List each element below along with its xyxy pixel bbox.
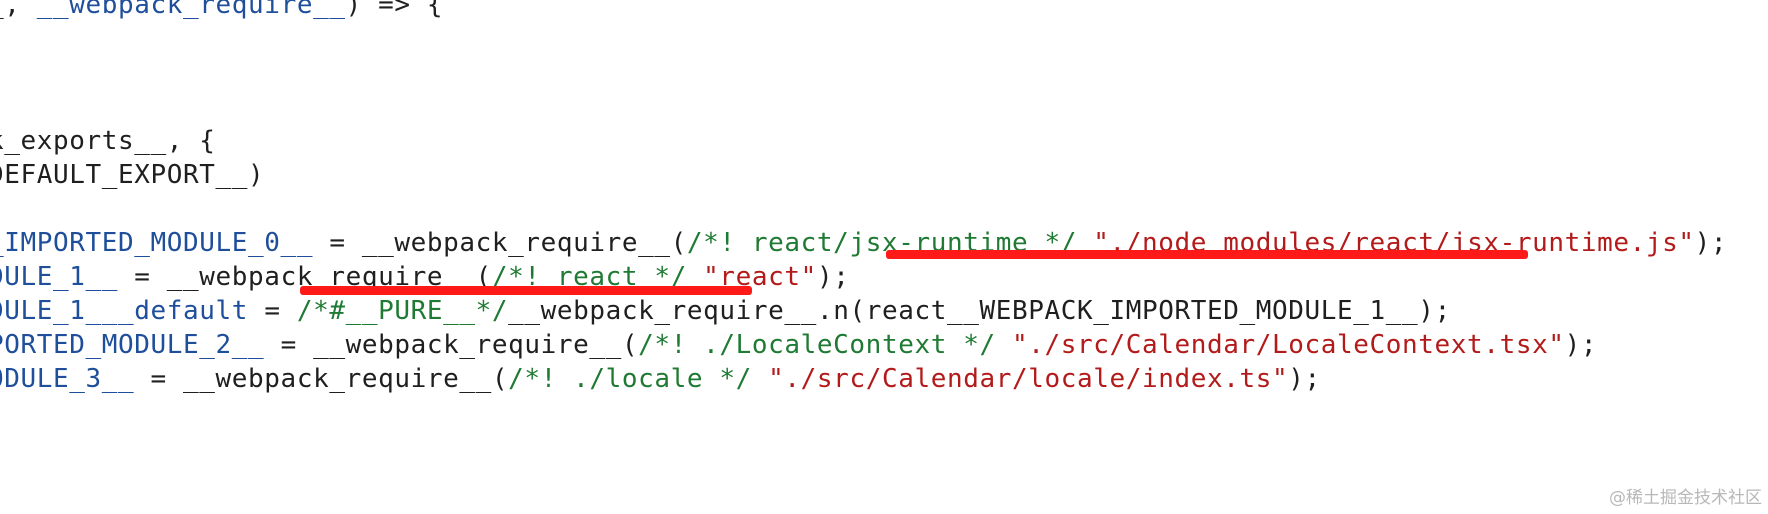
code-line: DULE_1___default = /*#__PURE__*/__webpac… <box>0 294 1451 328</box>
code-token: ); <box>816 262 850 292</box>
code-token: = __webpack_require__( <box>264 330 639 360</box>
code-line: ODULE_3__ = __webpack_require__(/*! ./lo… <box>0 362 1321 396</box>
code-editor[interactable]: _, __webpack_require__) => { k_exports__… <box>0 0 1768 514</box>
code-token: ); <box>1694 228 1728 258</box>
highlight-react-import <box>300 286 752 295</box>
code-token: DEFAULT_EXPORT__) <box>0 160 265 190</box>
highlight-jsx-runtime-import <box>886 250 1528 259</box>
code-line: PORTED_MODULE_2__ = __webpack_require__(… <box>0 328 1597 362</box>
code-token: PORTED_MODULE_2__ <box>0 330 265 360</box>
code-token: _IMPORTED_MODULE_0__ <box>0 228 314 258</box>
code-token: _, <box>0 0 21 20</box>
code-token: k_exports__, { <box>0 126 216 156</box>
watermark-text: @稀土掘金技术社区 <box>1609 488 1762 508</box>
code-token: = __webpack_require__( <box>134 364 509 394</box>
code-token: ) => { <box>345 0 444 20</box>
code-line: DEFAULT_EXPORT__) <box>0 158 264 192</box>
code-token: "./src/Calendar/LocaleContext.tsx" <box>1011 330 1565 360</box>
code-token: ODULE_3__ <box>0 364 135 394</box>
code-token: = <box>248 296 297 326</box>
code-token: /*! ./LocaleContext */ <box>638 330 1012 360</box>
code-line: k_exports__, { <box>0 124 216 158</box>
code-token: DULE_1__ <box>0 262 119 292</box>
code-token: DULE_1___default <box>0 296 249 326</box>
code-token: ); <box>1288 364 1321 394</box>
code-token: "./src/Calendar/locale/index.ts" <box>768 364 1289 394</box>
code-token: /*#__PURE__*/ <box>296 296 509 326</box>
code-token: __webpack_require__ <box>36 0 346 20</box>
code-line: _, __webpack_require__) => { <box>0 0 443 22</box>
code-token: = __webpack_require__( <box>313 228 687 258</box>
code-token: __webpack_require__.n(react__WEBPACK_IMP… <box>508 296 1451 326</box>
code-token: /*! ./locale */ <box>508 364 769 394</box>
code-token: ); <box>1564 330 1598 360</box>
